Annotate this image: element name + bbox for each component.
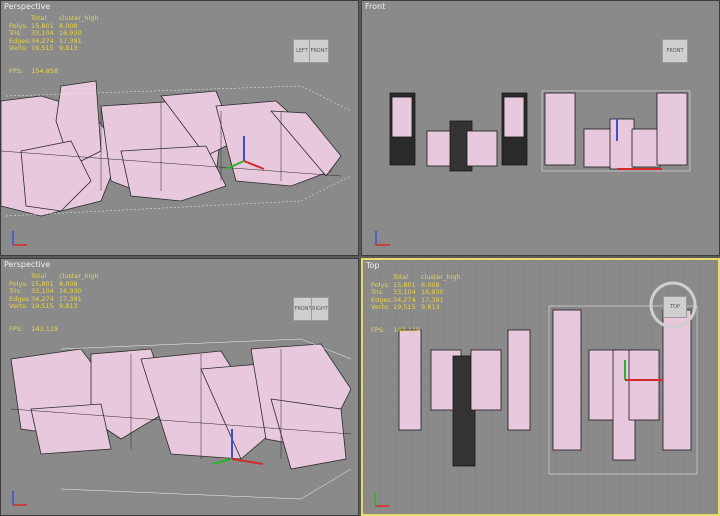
viewport-perspective-1[interactable]: Perspective Total cluster_high Polys: 15,8… [0, 0, 359, 256]
stats-overlay: Total cluster_high Polys: 15,801 8,008 Tris… [371, 273, 461, 311]
stats-overlay: Total cluster_high Polys: 15,801 8,008 Tris… [9, 14, 99, 52]
axis-tripod [375, 231, 390, 246]
viewport-label[interactable]: Perspective [4, 260, 50, 269]
viewport-top[interactable]: Top Total cluster_high Polys: 15,801 8,008 … [361, 258, 720, 516]
viewcube-face-front[interactable]: FRONT [309, 39, 329, 63]
viewcube-face-front[interactable]: FRONT [662, 39, 688, 63]
viewcube-face-top[interactable]: TOP [663, 296, 687, 318]
viewcube[interactable]: LEFT FRONT [293, 37, 329, 65]
viewport-label[interactable]: Front [365, 2, 385, 11]
viewcube[interactable]: TOP [661, 294, 695, 322]
stats-overlay: Total cluster_high Polys: 15,801 8,008 Tris… [9, 272, 99, 310]
fps-readout: FPS: 143.119 [9, 325, 59, 333]
axis-tripod [374, 492, 389, 507]
viewcube[interactable]: FRONT [658, 37, 692, 65]
axis-tripod [12, 491, 27, 506]
viewcube-face-front[interactable]: FRONT [293, 297, 313, 321]
viewport-perspective-2[interactable]: Perspective Total cluster_high Polys: 15,8… [0, 258, 359, 516]
viewport-label[interactable]: Top [366, 261, 380, 270]
viewcube-face-right[interactable]: RIGHT [311, 297, 329, 321]
fps-readout: FPS: 154.858 [9, 67, 59, 75]
viewport-label[interactable]: Perspective [4, 2, 50, 11]
hull-segment [120, 145, 227, 202]
viewport-front[interactable]: Front FRONT [361, 0, 720, 256]
viewport-grid: Perspective Total cluster_high Polys: 15,8… [0, 0, 720, 516]
fps-readout: FPS: 143.119 [371, 326, 421, 334]
viewcube[interactable]: FRONT RIGHT [293, 295, 329, 323]
axis-tripod [12, 231, 27, 246]
